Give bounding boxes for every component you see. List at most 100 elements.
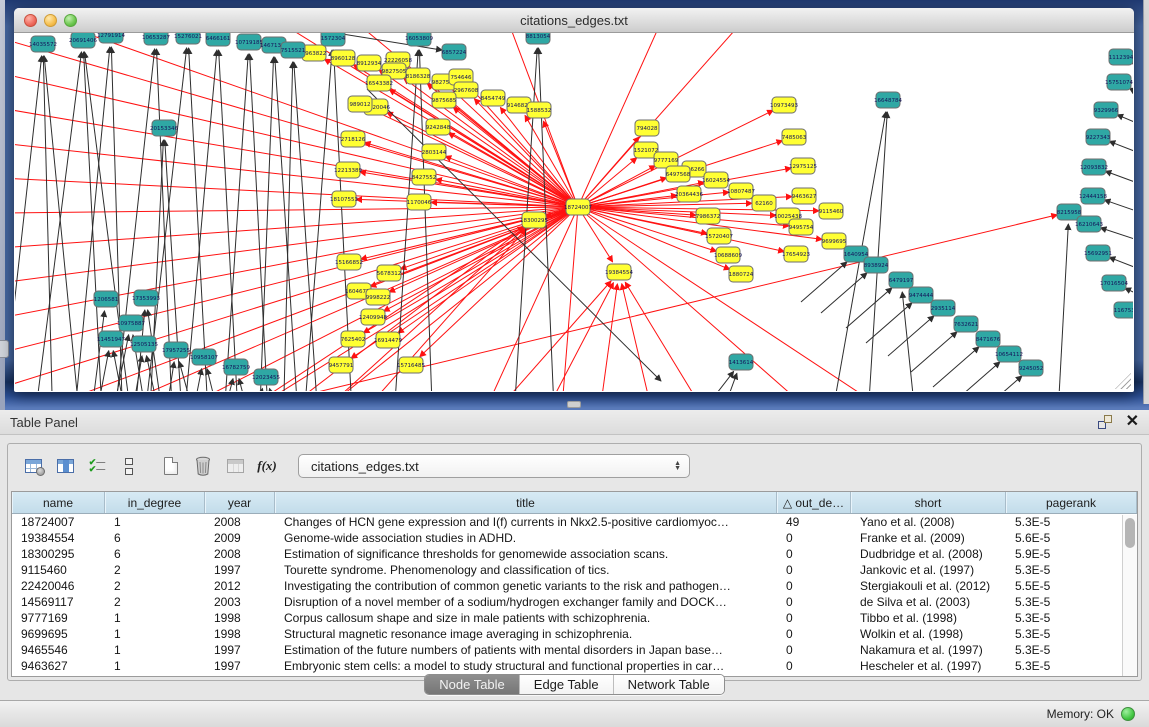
network-window-titlebar[interactable]: citations_edges.txt (14, 8, 1134, 33)
citation-edge-black[interactable] (846, 288, 892, 328)
select-columns-icon[interactable] (52, 453, 78, 479)
graph-node-label: 794028 (637, 126, 658, 132)
graph-node-label: 1640954 (844, 252, 869, 258)
table-row[interactable]: 1872400712008Changes of HCN gene express… (12, 514, 1137, 530)
citation-edge-black[interactable] (367, 89, 661, 381)
citation-edge-black[interactable] (207, 369, 223, 391)
table-cell: 1998 (205, 626, 275, 642)
citation-edge-black[interactable] (259, 57, 274, 391)
column-header-pagerank[interactable]: pagerank (1006, 492, 1137, 513)
citation-edge-red[interactable] (597, 284, 617, 391)
table-cell: de Silva et al. (2003) (851, 594, 1006, 610)
citation-edge-black[interactable] (15, 56, 42, 391)
citation-edge-red[interactable] (398, 207, 578, 333)
table-cell: 6 (105, 546, 205, 562)
tab-edge-table[interactable]: Edge Table (520, 675, 614, 694)
table-row[interactable]: 2242004622012Investigating the contribut… (12, 578, 1137, 594)
table-row[interactable]: 977716911998Corpus callosum shape and si… (12, 610, 1137, 626)
citation-edge-black[interactable] (686, 371, 734, 391)
graph-node-label: 18300295 (520, 218, 548, 224)
citation-edge-black[interactable] (911, 332, 957, 372)
status-bar: Memory: OK (0, 700, 1149, 727)
graph-node-label: 989012 (350, 102, 371, 108)
graph-node-label: 9115460 (819, 209, 844, 215)
citation-edge-black[interactable] (89, 311, 104, 391)
table-cell: 0 (777, 546, 851, 562)
splitter-handle[interactable] (567, 401, 581, 408)
citation-edge-black[interactable] (283, 62, 293, 391)
citation-edge-black[interactable] (933, 347, 979, 387)
citation-edge-red[interactable] (15, 33, 578, 207)
citation-edge-red[interactable] (625, 282, 717, 391)
panel-edge-handle[interactable] (0, 340, 9, 358)
column-header-year[interactable]: year (205, 492, 275, 513)
citation-edge-black[interactable] (888, 316, 934, 356)
citation-edge-red[interactable] (622, 284, 657, 391)
citation-edge-black[interactable] (1104, 200, 1133, 221)
function-icon[interactable]: f(x) (254, 453, 280, 479)
citation-edge-black[interactable] (250, 54, 269, 391)
graph-node-label: 12093832 (1080, 165, 1108, 171)
table-row[interactable]: 1830029562008Estimation of significance … (12, 546, 1137, 562)
table-row[interactable]: 946554611997Estimation of the future num… (12, 642, 1137, 658)
graph-node-label: 12409948 (359, 315, 387, 321)
citation-edge-black[interactable] (33, 52, 81, 391)
network-canvas[interactable]: 1872400718300295193845547963822896012889… (15, 33, 1133, 391)
table-settings-icon[interactable] (20, 453, 46, 479)
citation-edge-black[interactable] (867, 112, 887, 391)
graph-node-label: 19384554 (605, 270, 633, 276)
citation-edge-black[interactable] (976, 376, 1022, 391)
graph-node-label: 8912934 (357, 61, 382, 67)
column-header-short[interactable]: short (851, 492, 1006, 513)
graph-node-label: 15692951 (1084, 251, 1112, 257)
checklist-icon[interactable]: ✔—✔— (84, 453, 110, 479)
citation-edge-red[interactable] (420, 207, 578, 357)
trash-icon[interactable] (190, 453, 216, 479)
table-row[interactable]: 969969511998Structural magnetic resonanc… (12, 626, 1137, 642)
table-cell: 0 (777, 626, 851, 642)
citation-graph[interactable]: 1872400718300295193845547963822896012889… (15, 33, 1133, 391)
scrollbar-thumb[interactable] (1125, 518, 1135, 548)
citation-edge-black[interactable] (1129, 88, 1133, 109)
table-cell: 5.3E-5 (1006, 594, 1137, 610)
citation-edge-red[interactable] (15, 207, 578, 213)
table-row[interactable]: 1938455462009Genome-wide association stu… (12, 530, 1137, 546)
citation-edge-black[interactable] (1117, 115, 1133, 135)
citation-edge-black[interactable] (183, 50, 217, 391)
table-source-select[interactable]: citations_edges.txt ▲▼ (298, 454, 690, 478)
citation-edge-black[interactable] (1057, 224, 1068, 391)
close-panel-icon[interactable]: ✕ (1126, 415, 1139, 429)
citation-edge-red[interactable] (477, 281, 611, 391)
vertical-scrollbar[interactable] (1122, 515, 1137, 676)
table-cell: 5.5E-5 (1006, 578, 1137, 594)
tab-node-table[interactable]: Node Table (425, 675, 520, 694)
table-row[interactable]: 946362711997Embryonic stem cells: a mode… (12, 658, 1137, 674)
tab-network-table[interactable]: Network Table (614, 675, 724, 694)
citation-edge-black[interactable] (163, 362, 174, 391)
graph-node-label: 9245052 (1019, 366, 1044, 372)
citation-edge-black[interactable] (954, 362, 1000, 391)
column-header-title[interactable]: title (275, 492, 777, 513)
column-header-name[interactable]: name (12, 492, 105, 513)
citation-edge-black[interactable] (1132, 62, 1133, 79)
memory-status-label: Memory: OK (1047, 707, 1114, 721)
table-row[interactable]: 911546021997Tourette syndrome. Phenomeno… (12, 562, 1137, 578)
graph-node-label: 1588532 (527, 108, 552, 114)
citation-edge-red[interactable] (560, 207, 578, 391)
citation-edge-red[interactable] (15, 207, 578, 353)
table-cell: 2003 (205, 594, 275, 610)
new-document-icon[interactable] (158, 453, 184, 479)
float-panel-icon[interactable] (1098, 415, 1112, 429)
citation-edge-black[interactable] (1109, 141, 1133, 163)
rows-icon[interactable] (116, 453, 142, 479)
column-header-in_degree[interactable]: in_degree (105, 492, 205, 513)
graph-node-label: 12023455 (252, 375, 280, 381)
memory-ok-icon[interactable] (1121, 707, 1135, 721)
citation-edge-black[interactable] (1105, 171, 1133, 193)
graph-node-label: 17353993 (132, 296, 160, 302)
table-body: 1872400712008Changes of HCN gene express… (12, 514, 1137, 674)
citation-edge-black[interactable] (239, 379, 253, 391)
table-row[interactable]: 1456911722003Disruption of a novel membe… (12, 594, 1137, 610)
table-cell: 1 (105, 514, 205, 530)
column-header-out_de[interactable]: △ out_de… (777, 492, 851, 513)
